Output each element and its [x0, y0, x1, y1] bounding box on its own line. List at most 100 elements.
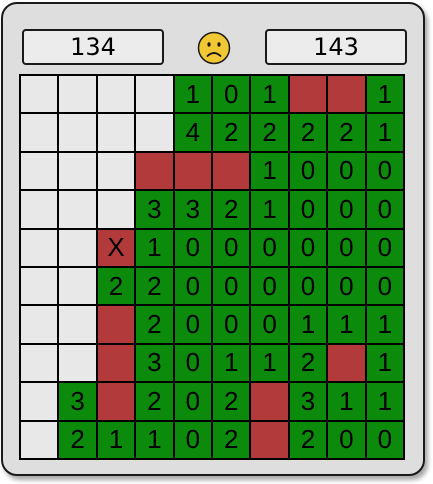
- revealed-cell[interactable]: 1: [366, 76, 403, 113]
- flagged-cell[interactable]: [213, 152, 250, 190]
- hidden-cell[interactable]: [59, 229, 96, 266]
- revealed-cell[interactable]: 0: [328, 152, 365, 190]
- flagged-cell[interactable]: [328, 344, 365, 382]
- revealed-cell[interactable]: 1: [366, 306, 403, 343]
- frown-face-icon[interactable]: [197, 31, 231, 65]
- revealed-cell[interactable]: 0: [366, 268, 403, 305]
- revealed-cell[interactable]: 3: [59, 383, 96, 420]
- hidden-cell[interactable]: [21, 229, 58, 266]
- hidden-cell[interactable]: [21, 383, 58, 420]
- revealed-cell[interactable]: 1: [289, 306, 327, 343]
- flagged-cell[interactable]: [97, 383, 135, 420]
- hidden-cell[interactable]: [59, 191, 96, 228]
- flagged-cell[interactable]: [136, 152, 173, 190]
- hidden-cell[interactable]: [21, 191, 58, 228]
- revealed-cell[interactable]: 1: [97, 421, 135, 458]
- revealed-cell[interactable]: 1: [366, 114, 403, 151]
- revealed-cell[interactable]: 2: [136, 268, 173, 305]
- revealed-cell[interactable]: 1: [213, 344, 250, 382]
- hidden-cell[interactable]: [59, 76, 96, 113]
- revealed-cell[interactable]: 2: [213, 421, 250, 458]
- hidden-cell[interactable]: [59, 114, 96, 151]
- revealed-cell[interactable]: 1: [136, 421, 173, 458]
- hidden-cell[interactable]: [59, 268, 96, 305]
- revealed-cell[interactable]: 0: [366, 152, 403, 190]
- hidden-cell[interactable]: [136, 114, 173, 151]
- revealed-cell[interactable]: 1: [366, 383, 403, 420]
- revealed-cell[interactable]: 0: [289, 152, 327, 190]
- revealed-cell[interactable]: 1: [174, 76, 211, 113]
- revealed-cell[interactable]: 2: [97, 268, 135, 305]
- hidden-cell[interactable]: [97, 76, 135, 113]
- wrong-flag-cell[interactable]: X: [97, 229, 135, 266]
- revealed-cell[interactable]: 0: [213, 268, 250, 305]
- revealed-cell[interactable]: 0: [289, 268, 327, 305]
- revealed-cell[interactable]: 3: [136, 191, 173, 228]
- revealed-cell[interactable]: 3: [136, 344, 173, 382]
- revealed-cell[interactable]: 2: [59, 421, 96, 458]
- revealed-cell[interactable]: 0: [328, 191, 365, 228]
- revealed-cell[interactable]: 1: [136, 229, 173, 266]
- hidden-cell[interactable]: [21, 421, 58, 458]
- revealed-cell[interactable]: 0: [174, 306, 211, 343]
- revealed-cell[interactable]: 0: [366, 229, 403, 266]
- hidden-cell[interactable]: [21, 306, 58, 343]
- revealed-cell[interactable]: 0: [174, 229, 211, 266]
- revealed-cell[interactable]: 1: [328, 306, 365, 343]
- revealed-cell[interactable]: 2: [289, 344, 327, 382]
- flagged-cell[interactable]: [328, 76, 365, 113]
- flagged-cell[interactable]: [251, 383, 288, 420]
- revealed-cell[interactable]: 0: [289, 191, 327, 228]
- revealed-cell[interactable]: 0: [251, 306, 288, 343]
- flagged-cell[interactable]: [289, 76, 327, 113]
- revealed-cell[interactable]: 1: [328, 383, 365, 420]
- hidden-cell[interactable]: [59, 306, 96, 343]
- revealed-cell[interactable]: 0: [328, 229, 365, 266]
- revealed-cell[interactable]: 1: [251, 191, 288, 228]
- revealed-cell[interactable]: 2: [213, 191, 250, 228]
- hidden-cell[interactable]: [21, 268, 58, 305]
- revealed-cell[interactable]: 1: [251, 76, 288, 113]
- revealed-cell[interactable]: 0: [174, 383, 211, 420]
- revealed-cell[interactable]: 0: [289, 229, 327, 266]
- revealed-cell[interactable]: 0: [251, 229, 288, 266]
- revealed-cell[interactable]: 0: [328, 421, 365, 458]
- revealed-cell[interactable]: 2: [289, 421, 327, 458]
- hidden-cell[interactable]: [59, 344, 96, 382]
- hidden-cell[interactable]: [21, 344, 58, 382]
- revealed-cell[interactable]: 0: [328, 268, 365, 305]
- flagged-cell[interactable]: [251, 421, 288, 458]
- hidden-cell[interactable]: [97, 114, 135, 151]
- revealed-cell[interactable]: 2: [251, 114, 288, 151]
- revealed-cell[interactable]: 4: [174, 114, 211, 151]
- revealed-cell[interactable]: 3: [289, 383, 327, 420]
- revealed-cell[interactable]: 2: [213, 114, 250, 151]
- hidden-cell[interactable]: [97, 191, 135, 228]
- flagged-cell[interactable]: [97, 344, 135, 382]
- revealed-cell[interactable]: 2: [328, 114, 365, 151]
- revealed-cell[interactable]: 0: [213, 76, 250, 113]
- revealed-cell[interactable]: 1: [251, 344, 288, 382]
- revealed-cell[interactable]: 0: [174, 268, 211, 305]
- revealed-cell[interactable]: 1: [366, 344, 403, 382]
- revealed-cell[interactable]: 0: [366, 421, 403, 458]
- revealed-cell[interactable]: 2: [213, 383, 250, 420]
- flagged-cell[interactable]: [97, 306, 135, 343]
- revealed-cell[interactable]: 2: [289, 114, 327, 151]
- revealed-cell[interactable]: 0: [174, 344, 211, 382]
- hidden-cell[interactable]: [21, 76, 58, 113]
- revealed-cell[interactable]: 0: [174, 421, 211, 458]
- revealed-cell[interactable]: 2: [136, 306, 173, 343]
- revealed-cell[interactable]: 0: [251, 268, 288, 305]
- hidden-cell[interactable]: [21, 152, 58, 190]
- revealed-cell[interactable]: 1: [251, 152, 288, 190]
- revealed-cell[interactable]: 3: [174, 191, 211, 228]
- revealed-cell[interactable]: 0: [213, 229, 250, 266]
- revealed-cell[interactable]: 0: [366, 191, 403, 228]
- revealed-cell[interactable]: 2: [136, 383, 173, 420]
- flagged-cell[interactable]: [174, 152, 211, 190]
- hidden-cell[interactable]: [97, 152, 135, 190]
- hidden-cell[interactable]: [21, 114, 58, 151]
- hidden-cell[interactable]: [59, 152, 96, 190]
- revealed-cell[interactable]: 0: [213, 306, 250, 343]
